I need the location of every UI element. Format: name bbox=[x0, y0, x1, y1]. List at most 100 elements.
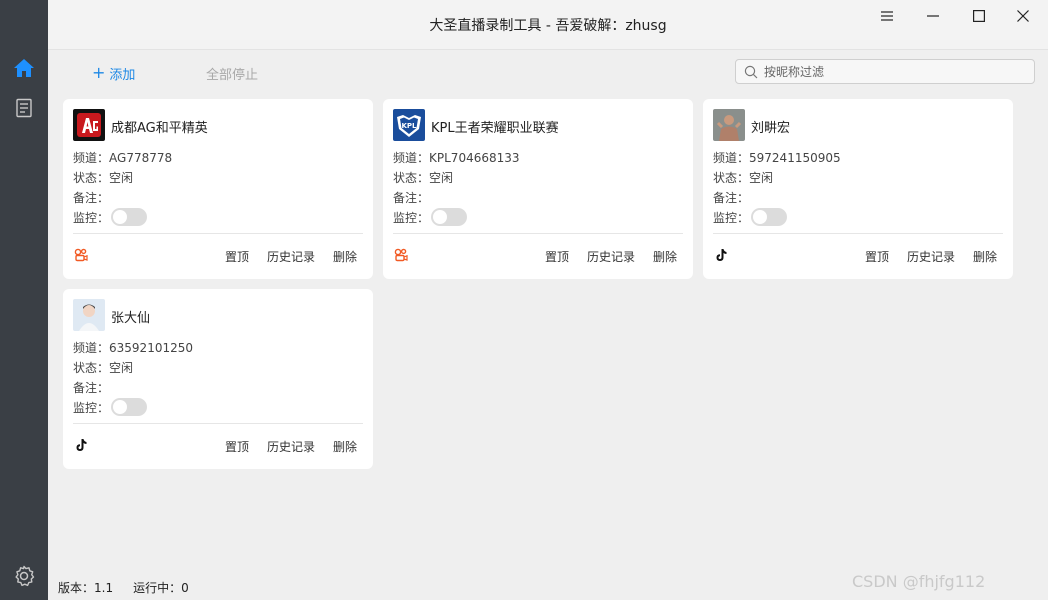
channel-row: 频道： KPL704668133 bbox=[393, 149, 520, 166]
search-box[interactable] bbox=[735, 59, 1035, 84]
monitor-row: 监控： bbox=[393, 208, 468, 226]
nav-settings-button[interactable] bbox=[10, 562, 38, 590]
minimize-button[interactable] bbox=[916, 4, 950, 28]
streamer-name: 张大仙 bbox=[111, 311, 151, 326]
channel-label: 频道： bbox=[713, 151, 750, 165]
channel-value: AG778778 bbox=[109, 150, 173, 165]
divider bbox=[393, 233, 683, 234]
streamer-name: KPL王者荣耀职业联赛 bbox=[431, 121, 559, 136]
channel-row: 频道： 63592101250 bbox=[73, 339, 193, 356]
tiktok-icon bbox=[73, 437, 89, 453]
monitor-label: 监控： bbox=[73, 400, 110, 415]
streamer-card: 张大仙 频道： 63592101250 状态： 空闲 备注： 监控： 置顶 历史记录… bbox=[63, 289, 373, 469]
close-button[interactable] bbox=[1006, 4, 1040, 28]
maximize-icon bbox=[973, 10, 985, 22]
pin-button[interactable]: 置顶 bbox=[225, 248, 249, 265]
channel-label: 频道： bbox=[73, 341, 110, 355]
toggle-knob bbox=[113, 210, 128, 224]
menu-button[interactable] bbox=[870, 4, 904, 28]
stop-all-button[interactable]: 全部停止 bbox=[206, 64, 258, 83]
toggle-knob bbox=[113, 400, 128, 414]
history-button[interactable]: 历史记录 bbox=[587, 248, 635, 265]
close-icon bbox=[1017, 10, 1029, 22]
avatar: KPL bbox=[393, 109, 425, 141]
divider bbox=[713, 233, 1003, 234]
avatar bbox=[713, 109, 745, 141]
channel-label: 频道： bbox=[73, 151, 110, 165]
pin-button[interactable]: 置顶 bbox=[865, 248, 889, 265]
minimize-icon bbox=[927, 15, 939, 17]
monitor-toggle[interactable] bbox=[111, 398, 148, 416]
channel-row: 频道： 597241150905 bbox=[713, 149, 841, 166]
streamer-card: 成都AG和平精英 频道： AG778778 状态： 空闲 备注： 监控： 置顶 历史… bbox=[63, 99, 373, 279]
watermark: CSDN @fhjfg112 bbox=[852, 572, 986, 591]
kuaishou-icon bbox=[393, 247, 409, 263]
monitor-row: 监控： bbox=[713, 208, 788, 226]
state-value: 空闲 bbox=[109, 361, 134, 375]
state-row: 状态： 空闲 bbox=[73, 169, 133, 186]
svg-text:KPL: KPL bbox=[401, 122, 417, 130]
nav-home-button[interactable] bbox=[10, 54, 38, 82]
toggle-knob bbox=[433, 210, 448, 224]
state-row: 状态： 空闲 bbox=[393, 169, 453, 186]
title-bar: 大圣直播录制工具 - 吾爱破解：zhusg bbox=[48, 0, 1048, 50]
state-label: 状态： bbox=[393, 171, 430, 185]
monitor-toggle[interactable] bbox=[751, 208, 788, 226]
streamer-name: 刘畊宏 bbox=[751, 121, 791, 136]
maximize-button[interactable] bbox=[962, 4, 996, 28]
search-input[interactable] bbox=[764, 64, 1014, 79]
avatar bbox=[73, 299, 105, 331]
channel-value: 63592101250 bbox=[109, 340, 193, 355]
kuaishou-icon bbox=[73, 247, 89, 263]
pin-button[interactable]: 置顶 bbox=[545, 248, 569, 265]
delete-button[interactable]: 删除 bbox=[333, 438, 357, 455]
search-icon bbox=[744, 65, 758, 78]
streamer-card: KPL KPL王者荣耀职业联赛 频道： KPL704668133 状态： 空闲 备注… bbox=[383, 99, 693, 279]
history-button[interactable]: 历史记录 bbox=[907, 248, 955, 265]
delete-button[interactable]: 删除 bbox=[973, 248, 997, 265]
note-row: 备注： bbox=[73, 189, 109, 206]
pin-button[interactable]: 置顶 bbox=[225, 438, 249, 455]
channel-value: KPL704668133 bbox=[429, 150, 520, 165]
monitor-label: 监控： bbox=[713, 210, 750, 225]
state-value: 空闲 bbox=[749, 171, 774, 185]
channel-value: 597241150905 bbox=[749, 150, 841, 165]
state-label: 状态： bbox=[713, 171, 750, 185]
monitor-row: 监控： bbox=[73, 208, 148, 226]
state-row: 状态： 空闲 bbox=[713, 169, 773, 186]
state-value: 空闲 bbox=[109, 171, 134, 185]
state-row: 状态： 空闲 bbox=[73, 359, 133, 376]
avatar bbox=[73, 109, 105, 141]
main-panel: 大圣直播录制工具 - 吾爱破解：zhusg + 添加 全部停止 按昵称过滤 成都… bbox=[48, 0, 1048, 600]
add-button-label: 添加 bbox=[109, 67, 136, 83]
tiktok-icon bbox=[713, 247, 729, 263]
channel-row: 频道： AG778778 bbox=[73, 149, 172, 166]
delete-button[interactable]: 删除 bbox=[333, 248, 357, 265]
monitor-toggle[interactable] bbox=[111, 208, 148, 226]
home-icon bbox=[14, 59, 34, 77]
note-label: 备注： bbox=[713, 191, 750, 205]
toggle-knob bbox=[753, 210, 768, 224]
monitor-row: 监控： bbox=[73, 398, 148, 416]
history-button[interactable]: 历史记录 bbox=[267, 438, 315, 455]
state-value: 空闲 bbox=[429, 171, 454, 185]
list-icon bbox=[16, 98, 32, 118]
note-row: 备注： bbox=[73, 379, 109, 396]
add-button[interactable]: + 添加 bbox=[92, 63, 135, 83]
delete-button[interactable]: 删除 bbox=[653, 248, 677, 265]
note-row: 备注： bbox=[713, 189, 749, 206]
divider bbox=[73, 423, 363, 424]
streamer-name: 成都AG和平精英 bbox=[111, 121, 208, 136]
version-text: 版本：1.1 bbox=[58, 581, 114, 595]
status-bar: 版本：1.1 运行中：0 bbox=[58, 579, 189, 596]
note-label: 备注： bbox=[73, 191, 110, 205]
state-label: 状态： bbox=[73, 171, 110, 185]
monitor-label: 监控： bbox=[393, 210, 430, 225]
history-button[interactable]: 历史记录 bbox=[267, 248, 315, 265]
streamer-card: 刘畊宏 频道： 597241150905 状态： 空闲 备注： 监控： 置顶 历史记… bbox=[703, 99, 1013, 279]
divider bbox=[73, 233, 363, 234]
monitor-toggle[interactable] bbox=[431, 208, 468, 226]
sidebar bbox=[0, 0, 48, 600]
channel-label: 频道： bbox=[393, 151, 430, 165]
nav-records-button[interactable] bbox=[10, 94, 38, 122]
